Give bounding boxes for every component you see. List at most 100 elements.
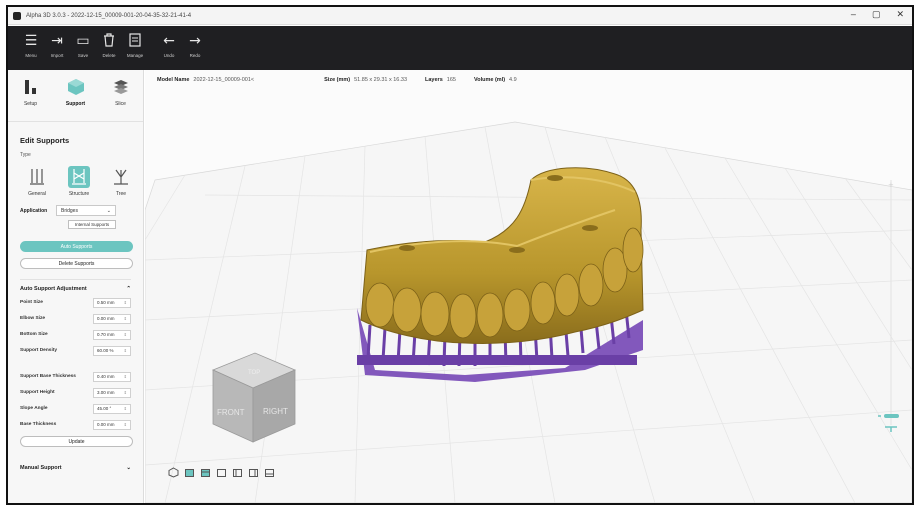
model-name-label: Model Name <box>157 77 190 83</box>
setup-icon <box>24 80 36 94</box>
view-cube[interactable]: TOP FRONT RIGHT <box>211 352 297 443</box>
tab-support-label: Support <box>65 101 86 107</box>
layers-value: 165 <box>446 77 456 83</box>
param-bottom-size: Bottom Size 0.70 mm ⇕ <box>20 329 131 340</box>
edit-supports-title: Edit Supports <box>20 136 70 145</box>
stepper-icon[interactable]: ⇕ <box>124 332 127 337</box>
view-iso-icon[interactable] <box>168 467 179 478</box>
delete-button[interactable]: Delete <box>96 33 122 58</box>
redo-label: Redo <box>189 53 201 58</box>
tab-support[interactable]: Support <box>56 78 96 121</box>
param-base-thickness: Base Thickness 0.00 mm ⇕ <box>20 419 131 430</box>
manage-button[interactable]: Manage <box>122 33 148 58</box>
application-select[interactable]: Bridges ⌄ <box>56 205 116 216</box>
tab-slice-label: Slice <box>115 101 126 107</box>
param-value: 0.70 mm <box>97 332 115 337</box>
size-value: 51.85 x 29.31 x 16.33 <box>354 77 408 83</box>
menu-label: Menu <box>25 53 37 58</box>
base-thickness-input[interactable]: 0.00 mm ⇕ <box>93 419 131 430</box>
param-label: Elbow Size <box>20 316 46 321</box>
view-front-icon[interactable] <box>200 467 211 478</box>
bottom-size-input[interactable]: 0.70 mm ⇕ <box>93 329 131 340</box>
stepper-icon[interactable]: ⇕ <box>124 374 127 379</box>
param-slope-angle: Slope Angle 45.00 ° ⇕ <box>20 403 131 414</box>
stepper-icon[interactable]: ⇕ <box>124 300 127 305</box>
param-point-size: Point Size 0.50 mm ⇕ <box>20 297 131 308</box>
save-icon: ▭ <box>76 33 90 49</box>
model-info-bar: Model Name 2022-12-15_00009-001< Size (mm… <box>157 77 517 83</box>
import-button[interactable]: ⇥ Import <box>44 33 70 58</box>
param-support-density: Support Density 60.00 % ⇕ <box>20 345 131 356</box>
point-size-input[interactable]: 0.50 mm ⇕ <box>93 297 131 308</box>
elbow-size-input[interactable]: 0.00 mm ⇕ <box>93 313 131 324</box>
view-bottom-icon[interactable] <box>264 467 275 478</box>
param-label: Base Thickness <box>20 422 57 427</box>
left-panel: Setup Support Slice Edit Supports Type G… <box>8 70 144 503</box>
param-label: Support Height <box>20 390 55 395</box>
3d-viewport[interactable]: TOP FRONT RIGHT + Model Name 2022-12-15_0… <box>145 70 912 503</box>
minimize-button[interactable]: – <box>851 9 856 20</box>
manual-support-title: Manual Support <box>20 465 62 471</box>
undo-icon: ← <box>163 33 175 49</box>
save-button[interactable]: ▭ Save <box>70 33 96 58</box>
type-label: Type <box>20 152 31 158</box>
window-controls: – ▢ ✕ <box>851 9 904 20</box>
tab-setup[interactable]: Setup <box>11 78 51 121</box>
support-density-input[interactable]: 60.00 % ⇕ <box>93 345 131 356</box>
redo-button[interactable]: → Redo <box>182 33 208 58</box>
general-support-icon <box>30 169 44 185</box>
stepper-icon[interactable]: ⇕ <box>124 406 127 411</box>
close-button[interactable]: ✕ <box>896 9 904 20</box>
type-tree[interactable]: Tree <box>106 166 136 197</box>
undo-label: Undo <box>163 53 175 58</box>
save-label: Save <box>77 53 89 58</box>
slider-bottom-handle[interactable] <box>884 414 899 418</box>
app-logo-icon <box>13 11 21 20</box>
stepper-icon[interactable]: ⇕ <box>124 390 127 395</box>
param-value: 45.00 ° <box>97 406 112 411</box>
param-value: 3.00 mm <box>97 390 115 395</box>
update-button[interactable]: Update <box>20 436 133 447</box>
support-base-thickness-input[interactable]: 0.40 mm ⇕ <box>93 371 131 382</box>
delete-supports-button[interactable]: Delete Supports <box>20 258 133 269</box>
delete-label: Delete <box>102 53 116 58</box>
build-plate-canvas[interactable]: TOP FRONT RIGHT + <box>145 70 912 503</box>
tab-slice[interactable]: Slice <box>101 78 141 121</box>
size-label: Size (mm) <box>324 77 351 83</box>
param-value: 0.00 mm <box>97 422 115 427</box>
chevron-down-icon: ⌄ <box>106 207 111 214</box>
app-window: Alpha 3D 3.0.3 - 2022-12-15_00009-001-20… <box>6 5 914 505</box>
param-support-height: Support Height 3.00 mm ⇕ <box>20 387 131 398</box>
type-general[interactable]: General <box>22 166 52 197</box>
menu-button[interactable]: ☰ Menu <box>18 33 44 58</box>
view-top-icon[interactable] <box>184 467 195 478</box>
stepper-icon[interactable]: ⇕ <box>124 316 127 321</box>
param-value: 0.00 mm <box>97 316 115 321</box>
stepper-icon[interactable]: ⇕ <box>124 348 127 353</box>
internal-supports-button[interactable]: Internal Supports <box>68 220 116 229</box>
param-support-base-thickness: Support Base Thickness 0.40 mm ⇕ <box>20 371 131 382</box>
view-cube-right-label: RIGHT <box>263 407 288 416</box>
view-right-icon[interactable] <box>248 467 259 478</box>
main-toolbar: ☰ Menu ⇥ Import ▭ Save Delete Manage ← U… <box>8 26 912 70</box>
auto-support-adjustment-title: Auto Support Adjustment <box>20 286 87 292</box>
maximize-button[interactable]: ▢ <box>872 9 881 20</box>
manual-support-header[interactable]: Manual Support ⌄ <box>20 465 131 471</box>
auto-supports-button[interactable]: Auto Supports <box>20 241 133 252</box>
tab-setup-label: Setup <box>23 101 38 107</box>
slice-icon <box>113 80 128 94</box>
slope-angle-input[interactable]: 45.00 ° ⇕ <box>93 403 131 414</box>
stepper-icon[interactable]: ⇕ <box>124 422 127 427</box>
auto-support-adjustment-header[interactable]: Auto Support Adjustment ⌃ <box>20 279 131 292</box>
slider-top-handle-icon[interactable]: + <box>888 181 894 189</box>
view-left-icon[interactable] <box>232 467 243 478</box>
undo-button[interactable]: ← Undo <box>156 33 182 58</box>
view-back-icon[interactable] <box>216 467 227 478</box>
type-structure[interactable]: Structure <box>64 166 94 197</box>
param-value: 0.40 mm <box>97 374 115 379</box>
application-row: Application Bridges ⌄ <box>20 205 143 216</box>
type-general-label: General <box>28 191 46 197</box>
support-height-input[interactable]: 3.00 mm ⇕ <box>93 387 131 398</box>
chevron-down-icon: ⌄ <box>126 465 131 471</box>
window-title: Alpha 3D 3.0.3 - 2022-12-15_00009-001-20… <box>26 12 192 19</box>
